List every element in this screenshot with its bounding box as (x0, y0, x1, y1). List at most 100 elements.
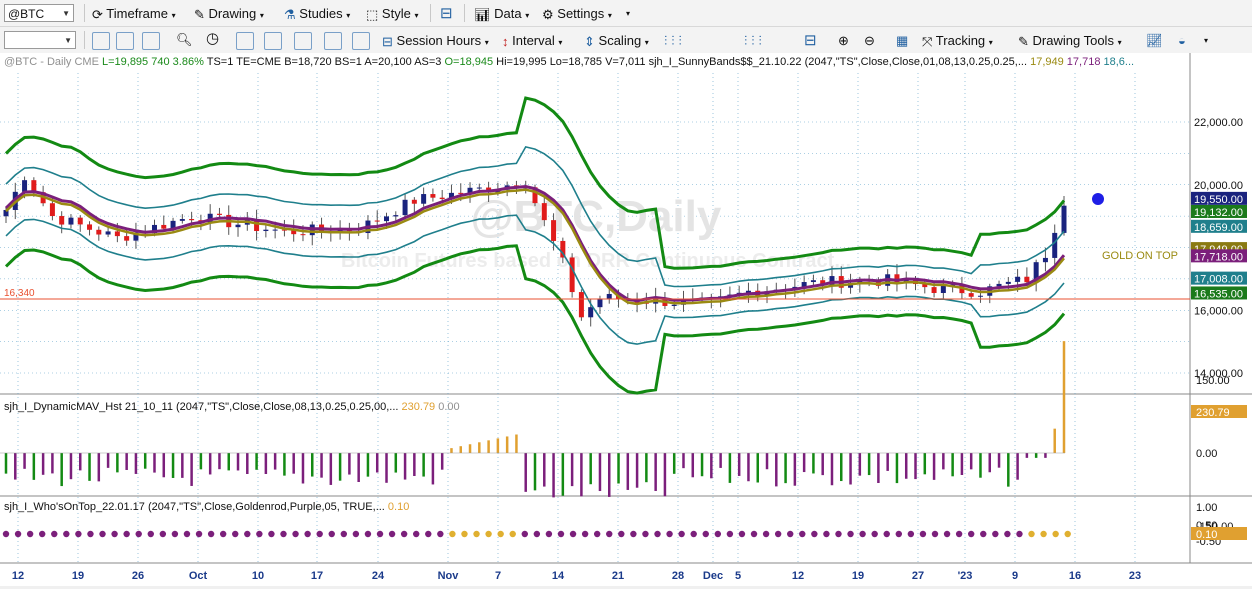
indicator-dot (316, 530, 323, 538)
candle-body (384, 216, 390, 222)
tool-icon-4[interactable] (236, 32, 254, 50)
overflow-chevron-icon[interactable]: ▾ (1204, 32, 1208, 50)
chevron-down-icon[interactable]: ▼ (64, 32, 72, 50)
chevron-down-icon: ▾ (607, 11, 612, 20)
status-low: Lo=18,785 (550, 56, 602, 68)
chevron-down-icon: ▾ (484, 38, 489, 47)
style-label: Style (381, 6, 411, 21)
indicator-dot (1040, 530, 1047, 538)
indicator-dot (533, 530, 541, 538)
price-tick-label: 16,000.00 (1194, 305, 1243, 317)
chart-area[interactable]: @BTC,Daily Bitcoin Futures based on DRR … (0, 53, 1252, 586)
candle-body (96, 229, 102, 235)
symbol-value: @BTC (8, 7, 45, 21)
tool-icon-1[interactable] (92, 32, 110, 50)
drawing-button[interactable]: ✎ Drawing ▾ (194, 5, 264, 23)
chart-toolbar: ▼ 🔍︎ ◷ ⊟ Session Hours ▾ ↕ Interval ▾ ⇕ … (0, 27, 1252, 54)
status-line: @BTC - Daily CME L=19,895 740 3.86% TS=1… (4, 56, 1134, 68)
indicator-dot (461, 530, 468, 538)
grid-icon[interactable]: ▦ (896, 32, 908, 50)
indicator-dot (26, 530, 34, 538)
timeframe-button[interactable]: ⟳ Timeframe ▾ (92, 5, 176, 23)
date-tick-label: '23 (958, 570, 973, 582)
trend-icon[interactable]: 📈︎ (1146, 32, 1163, 50)
search-icon[interactable]: 🔍︎ (176, 31, 193, 49)
date-tick-label: 21 (612, 570, 624, 582)
status-as: AS=3 (414, 56, 441, 68)
date-tick-label: 12 (12, 570, 24, 582)
layout-icon[interactable]: ⊟ (804, 32, 817, 50)
tool-icon-6[interactable] (294, 32, 312, 50)
indicator-dot (63, 530, 70, 538)
indicator-dot (1004, 530, 1011, 538)
status-symbol: @BTC - Daily (4, 56, 72, 68)
overflow-chevron-icon[interactable]: ▾ (626, 5, 630, 23)
blue-marker-dot (1092, 193, 1104, 205)
tool-icon-8[interactable] (352, 32, 370, 50)
chevron-down-icon: ▾ (988, 38, 993, 47)
indicator-dot (666, 530, 673, 538)
indicator-dot (992, 530, 999, 538)
tracking-button[interactable]: ⤧ Tracking ▾ (922, 32, 993, 50)
candle-body (87, 224, 93, 230)
interval-input[interactable]: ▼ (4, 31, 76, 49)
indicator-dot (1028, 530, 1035, 538)
scaling-icon: ⇕ (584, 33, 595, 49)
indicator-dot (413, 530, 420, 538)
candle-type-icons[interactable]: ⫶⫶⫶ (744, 32, 766, 50)
candle-body (300, 234, 306, 236)
indicator-dot (425, 530, 432, 538)
symbol-input[interactable]: @BTC ▼ (4, 4, 74, 22)
drawing-tools-button[interactable]: ✎ Drawing Tools ▾ (1018, 32, 1122, 50)
tool-icon-7[interactable] (324, 32, 342, 50)
indicator-dot (280, 530, 287, 538)
zoom-in-icon[interactable]: ⊕ (838, 32, 849, 50)
candle-body (1005, 281, 1011, 284)
candle-body (606, 293, 612, 299)
indicator-dot (509, 530, 516, 538)
clock-icon[interactable]: ◷ (206, 30, 219, 48)
candle-body (124, 236, 130, 241)
hist-tick-label: 0.00 (1196, 448, 1217, 460)
price-badge-label: 19,550.00 (1194, 194, 1243, 206)
indicator-dot (147, 530, 154, 538)
style-button[interactable]: ⬚ Style ▾ (366, 5, 418, 23)
indicator-dot (51, 530, 58, 538)
indicator-dot (557, 530, 565, 538)
date-tick-label: 10 (252, 570, 264, 582)
scaling-button[interactable]: ⇕ Scaling ▾ (584, 32, 649, 50)
tool-icon-5[interactable] (264, 32, 282, 50)
interval-label: Interval (512, 33, 555, 48)
interval-button[interactable]: ↕ Interval ▾ (502, 32, 562, 50)
indicator-dot (702, 530, 709, 538)
studies-button[interactable]: ⚗ Studies ▾ (284, 5, 350, 23)
chart-svg[interactable]: @BTC,Daily Bitcoin Futures based on DRR … (0, 53, 1252, 586)
refresh-icon: ⟳ (92, 6, 103, 22)
session-hours-button[interactable]: ⊟ Session Hours ▾ (382, 32, 489, 50)
speedometer-icon[interactable]: ◒ (1178, 32, 1186, 50)
tool-icon-3[interactable] (142, 32, 160, 50)
zoom-out-icon[interactable]: ⊖ (864, 32, 875, 50)
indicator-dot (159, 530, 167, 538)
indicator-dot (232, 530, 239, 538)
indicator-dot (630, 530, 637, 538)
indicator-dot (690, 530, 697, 538)
indicator-dot (606, 530, 613, 538)
study-value-gold: 17,949 (1030, 56, 1064, 68)
toolbar-divider (464, 4, 465, 22)
settings-button[interactable]: ⚙ Settings ▾ (542, 5, 612, 23)
drawing-label: Drawing (208, 6, 257, 21)
candle-body (578, 292, 584, 318)
indicator-dot (714, 530, 722, 538)
layout-icon[interactable]: ⊟ (440, 5, 453, 23)
date-tick-label: 27 (912, 570, 924, 582)
bar-type-icons[interactable]: ⫶⫶⫶ (664, 32, 686, 50)
chevron-down-icon[interactable]: ▼ (62, 5, 70, 23)
candle-body (235, 224, 241, 228)
indicator-dot (774, 530, 782, 538)
price-badge-label: 17,008.00 (1194, 274, 1243, 286)
data-button[interactable]: 📊︎ Data ▾ (474, 5, 529, 23)
tool-icon-2[interactable] (116, 32, 134, 50)
date-tick-label: 5 (735, 570, 741, 582)
date-tick-label: 14 (552, 570, 565, 582)
